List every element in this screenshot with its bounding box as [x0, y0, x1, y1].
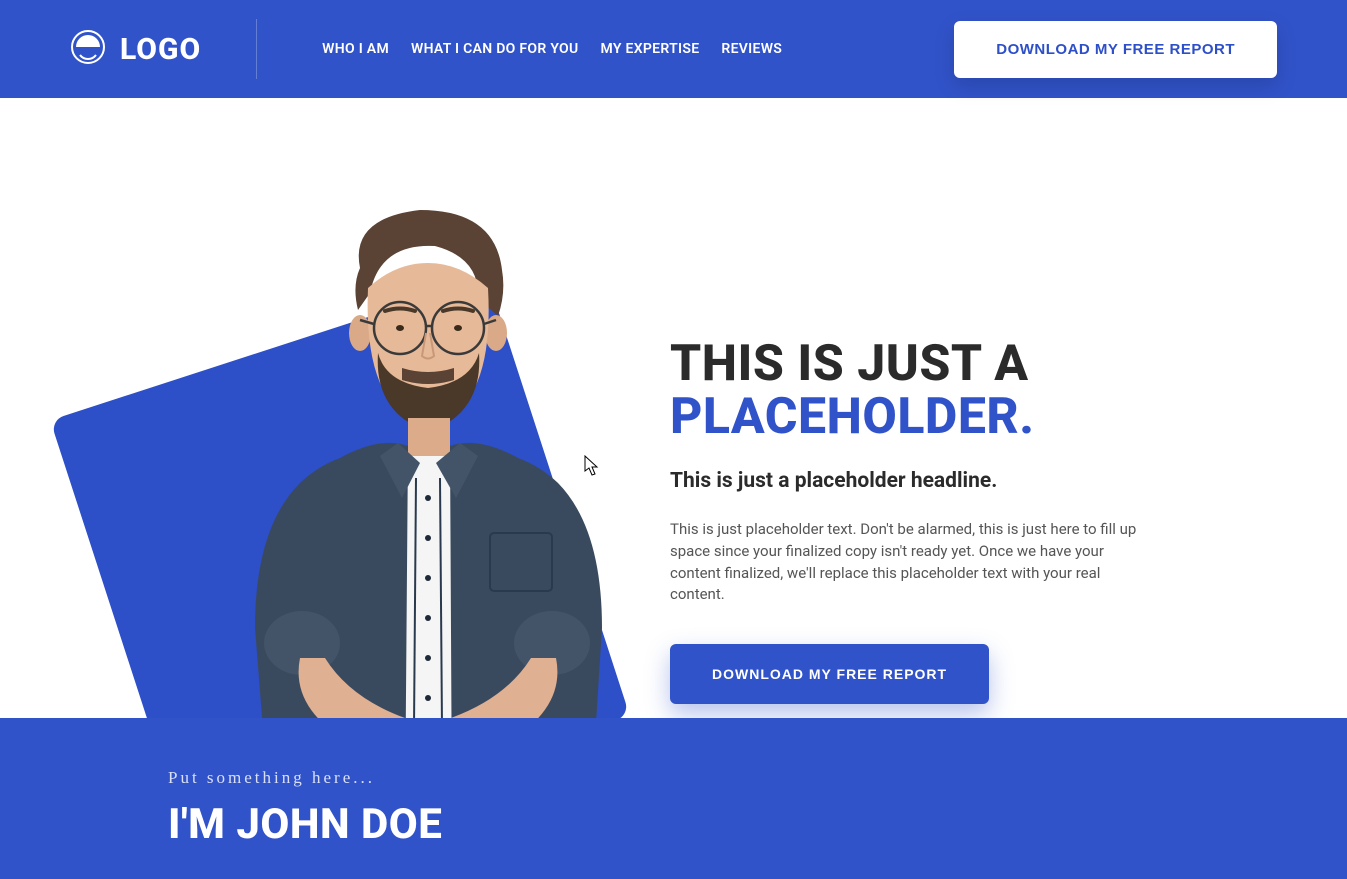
site-header: LOGO WHO I AM WHAT I CAN DO FOR YOU MY E… — [0, 0, 1347, 98]
hero-download-button[interactable]: DOWNLOAD MY FREE REPORT — [670, 644, 989, 704]
logo-text: LOGO — [120, 32, 201, 67]
hero-content: THIS IS JUST A PLACEHOLDER. This is just… — [630, 138, 1277, 718]
header-divider — [256, 19, 257, 79]
hero-headline-line2: PLACEHOLDER. — [670, 391, 1277, 444]
header-download-button[interactable]: DOWNLOAD MY FREE REPORT — [954, 21, 1277, 78]
hero-subheadline: This is just a placeholder headline. — [670, 469, 1277, 493]
hero-image-area — [70, 138, 630, 718]
nav-reviews[interactable]: REVIEWS — [721, 41, 782, 57]
logo-icon — [70, 29, 106, 69]
hero-body-text: This is just placeholder text. Don't be … — [670, 519, 1140, 606]
about-eyebrow: Put something here... — [168, 768, 1347, 788]
logo[interactable]: LOGO — [70, 29, 201, 69]
about-title: I'M JOHN DOE — [168, 800, 1347, 849]
hero-headline-line1: THIS IS JUST A — [670, 338, 1277, 391]
hero-section: THIS IS JUST A PLACEHOLDER. This is just… — [0, 98, 1347, 718]
nav-my-expertise[interactable]: MY EXPERTISE — [600, 41, 699, 57]
about-section: Put something here... I'M JOHN DOE — [0, 718, 1347, 879]
nav-what-i-can-do[interactable]: WHAT I CAN DO FOR YOU — [411, 41, 578, 57]
main-nav: WHO I AM WHAT I CAN DO FOR YOU MY EXPERT… — [322, 41, 954, 57]
nav-who-i-am[interactable]: WHO I AM — [322, 41, 389, 57]
